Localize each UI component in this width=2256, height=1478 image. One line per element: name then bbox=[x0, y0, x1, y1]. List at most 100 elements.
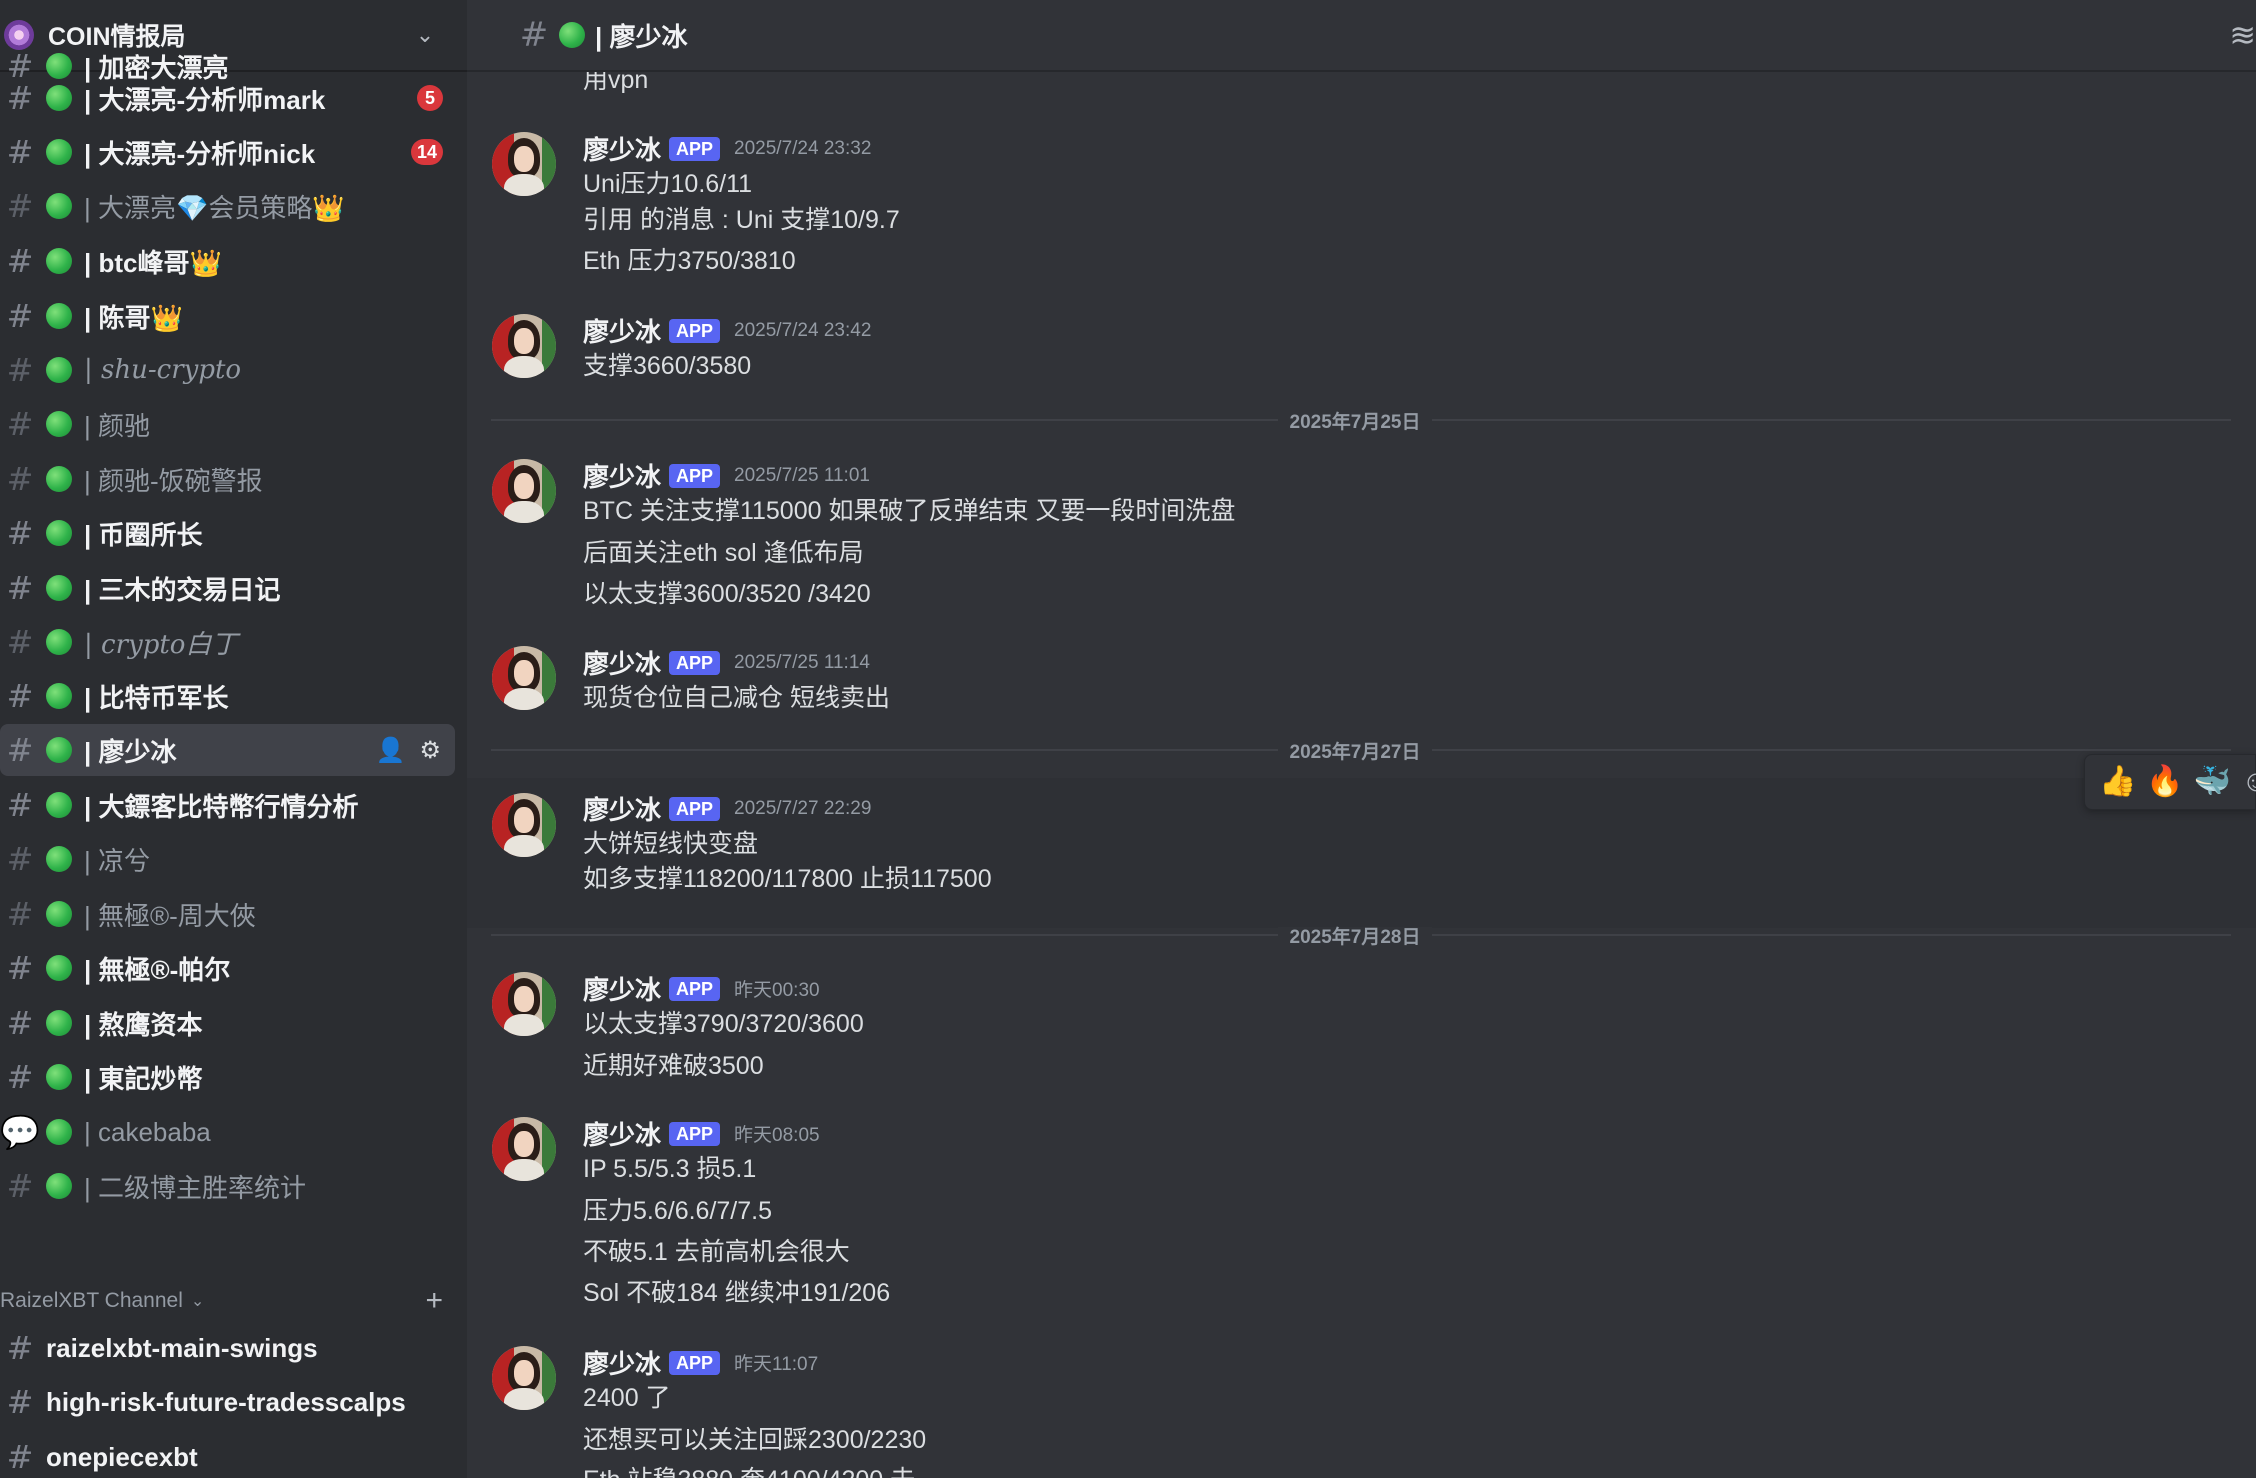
channel-item[interactable]: # | 币圈所长 bbox=[0, 507, 455, 559]
category-header[interactable]: RaizelXBT Channel ⌄ + bbox=[0, 1284, 455, 1318]
add-reaction-icon[interactable]: ☺ bbox=[2241, 767, 2256, 797]
chat-area: 用vpn 廖少冰 APP 2025/7/24 23:32 Uni压力10.6/1… bbox=[467, 0, 2256, 1478]
chevron-down-icon: ⌄ bbox=[190, 1293, 205, 1310]
avatar[interactable] bbox=[492, 972, 556, 1036]
channel-label: | 大鏢客比特幣行情分析 bbox=[84, 791, 359, 822]
text-channel-icon: # bbox=[6, 1329, 34, 1367]
reaction-toolbar: 👍 🔥 🐳 ☺ bbox=[2084, 754, 2256, 810]
text-channel-icon: # bbox=[6, 1383, 34, 1421]
channel-item[interactable]: # high-risk-future-tradesscalps bbox=[0, 1376, 455, 1428]
text-channel-icon: # bbox=[6, 1058, 34, 1096]
channel-item[interactable]: # | shu-crypto bbox=[0, 344, 455, 396]
message-line: IP 5.5/5.3 损5.1 bbox=[583, 1155, 757, 1183]
avatar[interactable] bbox=[492, 132, 556, 196]
message-line: 以太支撑3600/3520 /3420 bbox=[583, 580, 871, 608]
message-line: 现货仓位自己减仓 短线卖出 bbox=[583, 684, 890, 712]
message-line: 近期好难破3500 bbox=[583, 1052, 764, 1080]
author-name[interactable]: 廖少冰 bbox=[583, 970, 661, 1007]
message-line: Eth 站稳3880 奔4100/4200 去 bbox=[583, 1460, 915, 1478]
timestamp: 昨天08:05 bbox=[734, 1125, 820, 1146]
channel-label: | 三木的交易日记 bbox=[84, 574, 281, 605]
author-name[interactable]: 廖少冰 bbox=[583, 790, 661, 827]
app-tag: APP bbox=[669, 796, 721, 821]
channel-item[interactable]: 💬 | cakebaba bbox=[0, 1106, 455, 1158]
author-name[interactable]: 廖少冰 bbox=[583, 1115, 661, 1152]
author-name[interactable]: 廖少冰 bbox=[583, 457, 661, 494]
date-divider-label: 2025年7月28日 bbox=[467, 922, 2243, 949]
category-name: RaizelXBT Channel bbox=[0, 1289, 183, 1312]
channel-item[interactable]: # | 無極®-帕尔 bbox=[0, 942, 455, 994]
app-tag: APP bbox=[669, 463, 721, 488]
timestamp: 2025/7/24 23:42 bbox=[734, 319, 872, 341]
text-channel-icon: # bbox=[519, 15, 549, 55]
channel-label: | 大漂亮-分析师nick bbox=[84, 138, 316, 169]
channel-label: | 廖少冰 bbox=[84, 736, 177, 767]
channel-item[interactable]: # | 陈哥👑 bbox=[0, 290, 455, 342]
channel-item[interactable]: # raizelxbt-main-swings bbox=[0, 1322, 455, 1374]
channel-item[interactable]: # | 大漂亮-分析师mark 5 bbox=[0, 72, 455, 124]
avatar[interactable] bbox=[492, 646, 556, 710]
green-circle-icon bbox=[46, 466, 72, 492]
author-name[interactable]: 廖少冰 bbox=[583, 312, 661, 349]
green-circle-icon bbox=[46, 248, 72, 274]
author-name[interactable]: 廖少冰 bbox=[583, 644, 661, 681]
green-circle-icon bbox=[46, 1119, 72, 1145]
avatar[interactable] bbox=[492, 1117, 556, 1181]
channel-item-active[interactable]: # | 廖少冰 👤 ⚙ bbox=[0, 724, 455, 776]
message-line: 压力5.6/6.6/7/7.5 bbox=[583, 1197, 773, 1225]
channel-topbar: # | 廖少冰 ≋ bbox=[467, 0, 2256, 72]
unread-badge: 5 bbox=[417, 85, 443, 111]
text-channel-icon: # bbox=[6, 731, 34, 769]
channel-item[interactable]: # | 二级博主胜率统计 bbox=[0, 1160, 455, 1212]
green-circle-icon bbox=[46, 955, 72, 981]
app-tag: APP bbox=[669, 136, 721, 161]
whale-icon[interactable]: 🐳 bbox=[2194, 767, 2231, 797]
text-channel-icon: # bbox=[6, 351, 34, 389]
channel-item[interactable]: # | 颜驰 bbox=[0, 398, 455, 450]
author-name[interactable]: 廖少冰 bbox=[583, 130, 661, 167]
channel-item[interactable]: # onepiecexbt bbox=[0, 1431, 455, 1478]
channel-item[interactable]: # | 東記炒幣 bbox=[0, 1051, 455, 1103]
channel-label: | 陈哥👑 bbox=[84, 302, 183, 333]
channel-item[interactable]: # | 凉兮 bbox=[0, 833, 455, 885]
channel-label: | 大漂亮💎会员策略👑 bbox=[84, 192, 345, 223]
channel-item[interactable]: # | 颜驰-饭碗警报 bbox=[0, 453, 455, 505]
channel-item[interactable]: # | 大鏢客比特幣行情分析 bbox=[0, 779, 455, 831]
channel-item[interactable]: # | btc峰哥👑 bbox=[0, 235, 455, 287]
thumbs-up-icon[interactable]: 👍 bbox=[2099, 767, 2136, 797]
timestamp: 昨天00:30 bbox=[734, 980, 820, 1001]
text-channel-icon: # bbox=[6, 569, 34, 607]
message-line: 以太支撑3790/3720/3600 bbox=[583, 1010, 864, 1038]
app-tag: APP bbox=[669, 650, 721, 675]
message: 廖少冰 APP 2025/7/25 11:14 现货仓位自己减仓 短线卖出 bbox=[467, 636, 2256, 726]
channel-item[interactable]: # | 大漂亮💎会员策略👑 bbox=[0, 180, 455, 232]
text-channel-icon: # bbox=[6, 1004, 34, 1042]
channel-item[interactable]: # | crypto白丁 bbox=[0, 616, 455, 668]
avatar[interactable] bbox=[492, 459, 556, 523]
message: 廖少冰 APP 昨天11:07 2400 了 还想买可以关注回踩2300/223… bbox=[467, 1336, 2256, 1478]
green-circle-icon bbox=[46, 683, 72, 709]
channel-item[interactable]: # | 大漂亮-分析师nick 14 bbox=[0, 126, 455, 178]
green-circle-icon bbox=[46, 357, 72, 383]
avatar[interactable] bbox=[492, 793, 556, 857]
channel-title: | 廖少冰 bbox=[595, 21, 688, 52]
channel-item[interactable]: # | 無極®-周大俠 bbox=[0, 888, 455, 940]
channel-item[interactable]: # | 比特币军长 bbox=[0, 670, 455, 722]
green-circle-icon bbox=[46, 1064, 72, 1090]
green-circle-icon bbox=[46, 411, 72, 437]
text-channel-icon: # bbox=[6, 1438, 34, 1476]
avatar[interactable] bbox=[492, 314, 556, 378]
create-invite-icon[interactable]: 👤 bbox=[376, 736, 406, 765]
avatar[interactable] bbox=[492, 1346, 556, 1410]
fire-icon[interactable]: 🔥 bbox=[2146, 767, 2183, 797]
green-circle-icon bbox=[46, 193, 72, 219]
channel-item[interactable]: # | 三木的交易日记 bbox=[0, 562, 455, 614]
date-divider-label: 2025年7月27日 bbox=[467, 737, 2243, 764]
channel-item[interactable]: # | 熬鹰资本 bbox=[0, 997, 455, 1049]
channel-label: | btc峰哥👑 bbox=[84, 247, 222, 278]
gear-icon[interactable]: ⚙ bbox=[419, 736, 441, 765]
threads-icon[interactable]: ≋ bbox=[2229, 16, 2256, 54]
add-channel-icon[interactable]: + bbox=[425, 1284, 443, 1318]
text-channel-icon: # bbox=[6, 840, 34, 878]
author-name[interactable]: 廖少冰 bbox=[583, 1344, 661, 1381]
